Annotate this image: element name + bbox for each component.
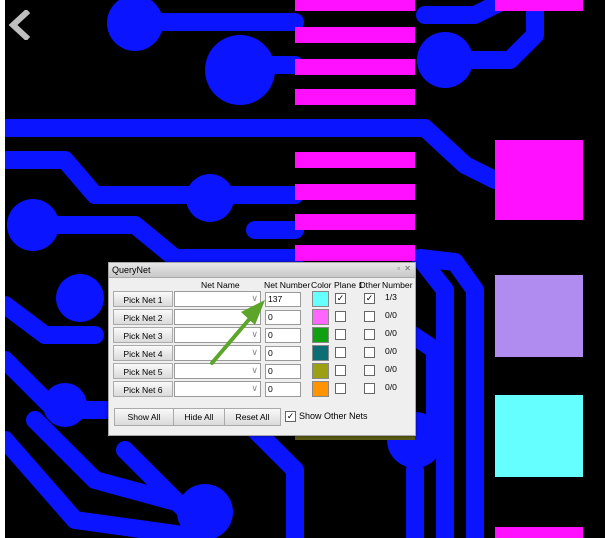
- window-controls-icon[interactable]: ▫ ✕: [397, 264, 412, 273]
- other-checkbox[interactable]: [364, 383, 375, 394]
- net-number-field[interactable]: 0: [265, 364, 301, 379]
- header-net-name: Net Name: [201, 280, 240, 290]
- header-other: Other: [359, 280, 381, 290]
- plane-checkbox[interactable]: [335, 347, 346, 358]
- net-number-field[interactable]: 0: [265, 382, 301, 397]
- net-name-dropdown[interactable]: ∨: [174, 345, 261, 361]
- net-number-field[interactable]: 0: [265, 346, 301, 361]
- net-row: Pick Net 1 ∨ 137 ✓ ✓ 1/3: [109, 290, 415, 308]
- dialog-titlebar[interactable]: QueryNet ▫ ✕: [109, 263, 415, 278]
- hide-all-button[interactable]: Hide All: [173, 408, 225, 426]
- dialog-title: QueryNet: [112, 265, 151, 275]
- other-number: 0/0: [385, 346, 397, 356]
- other-checkbox[interactable]: ✓: [364, 293, 375, 304]
- chevron-down-icon: ∨: [251, 347, 258, 357]
- show-other-nets-checkbox[interactable]: ✓: [285, 411, 296, 422]
- chevron-down-icon: ∨: [251, 383, 258, 393]
- chevron-down-icon: ∨: [251, 293, 258, 303]
- other-checkbox[interactable]: [364, 365, 375, 376]
- pick-net-button[interactable]: Pick Net 1: [113, 291, 173, 307]
- other-number: 0/0: [385, 310, 397, 320]
- header-color: Color: [311, 280, 332, 290]
- querynet-dialog: QueryNet ▫ ✕ Net Name Net Number Color P…: [108, 262, 416, 436]
- color-swatch[interactable]: [312, 345, 329, 361]
- net-name-dropdown[interactable]: ∨: [174, 309, 261, 325]
- plane-checkbox[interactable]: [335, 311, 346, 322]
- show-other-nets-label: Show Other Nets: [299, 411, 368, 421]
- color-swatch[interactable]: [312, 291, 329, 307]
- other-number: 0/0: [385, 382, 397, 392]
- color-swatch[interactable]: [312, 381, 329, 397]
- color-swatch[interactable]: [312, 309, 329, 325]
- pick-net-button[interactable]: Pick Net 4: [113, 345, 173, 361]
- other-checkbox[interactable]: [364, 329, 375, 340]
- net-row: Pick Net 6 ∨ 0 0/0: [109, 380, 415, 398]
- other-number: 1/3: [385, 292, 397, 302]
- pick-net-button[interactable]: Pick Net 3: [113, 327, 173, 343]
- reset-all-button[interactable]: Reset All: [224, 408, 281, 426]
- header-net-number: Net Number: [264, 280, 311, 290]
- net-name-dropdown[interactable]: ∨: [174, 363, 261, 379]
- net-row: Pick Net 3 ∨ 0 0/0: [109, 326, 415, 344]
- net-number-field[interactable]: 0: [265, 310, 301, 325]
- chevron-down-icon: ∨: [251, 311, 258, 321]
- pick-net-button[interactable]: Pick Net 5: [113, 363, 173, 379]
- chevron-left-icon[interactable]: [6, 10, 32, 40]
- net-row: Pick Net 4 ∨ 0 0/0: [109, 344, 415, 362]
- plane-checkbox[interactable]: [335, 329, 346, 340]
- other-number: 0/0: [385, 364, 397, 374]
- header-number: Number: [382, 280, 413, 290]
- show-all-button[interactable]: Show All: [114, 408, 174, 426]
- other-checkbox[interactable]: [364, 311, 375, 322]
- highlighted-pad: [495, 395, 583, 477]
- chevron-down-icon: ∨: [251, 329, 258, 339]
- other-number: 0/0: [385, 328, 397, 338]
- screenshot-stage: QueryNet ▫ ✕ Net Name Net Number Color P…: [0, 0, 605, 538]
- net-number-field[interactable]: 137: [265, 292, 301, 307]
- color-swatch[interactable]: [312, 327, 329, 343]
- other-checkbox[interactable]: [364, 347, 375, 358]
- plane-checkbox[interactable]: [335, 365, 346, 376]
- pick-net-button[interactable]: Pick Net 6: [113, 381, 173, 397]
- pick-net-button[interactable]: Pick Net 2: [113, 309, 173, 325]
- net-row: Pick Net 2 ∨ 0 0/0: [109, 308, 415, 326]
- net-number-field[interactable]: 0: [265, 328, 301, 343]
- net-name-dropdown[interactable]: ∨: [174, 291, 261, 307]
- net-name-dropdown[interactable]: ∨: [174, 381, 261, 397]
- net-name-dropdown[interactable]: ∨: [174, 327, 261, 343]
- net-row: Pick Net 5 ∨ 0 0/0: [109, 362, 415, 380]
- hatched-pad: [495, 275, 583, 357]
- plane-checkbox[interactable]: [335, 383, 346, 394]
- chevron-down-icon: ∨: [251, 365, 258, 375]
- color-swatch[interactable]: [312, 363, 329, 379]
- plane-checkbox[interactable]: ✓: [335, 293, 346, 304]
